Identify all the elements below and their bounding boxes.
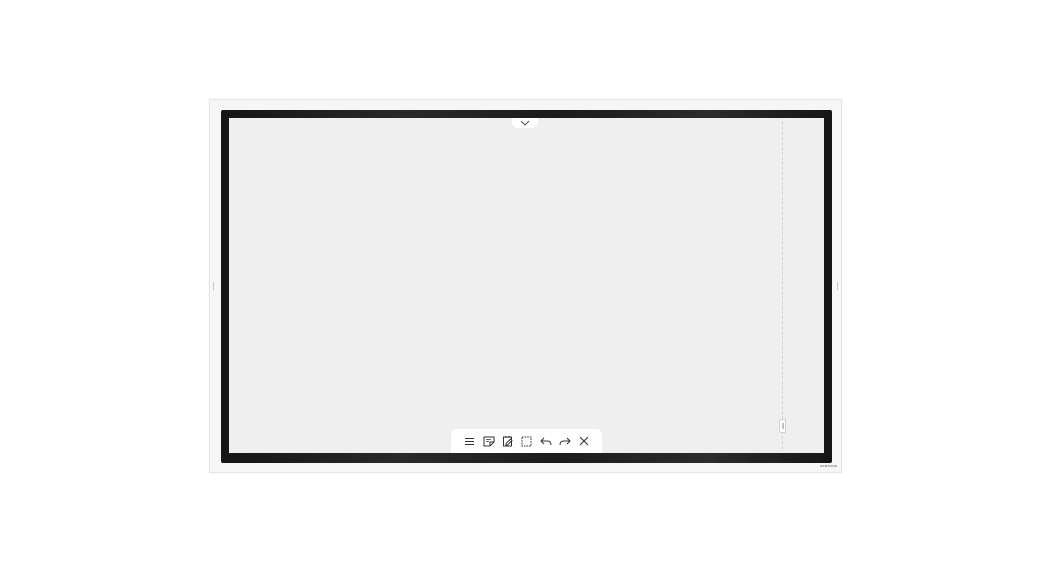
flip-display-frame: SAMSUNG [209,99,842,473]
bottom-toolbar [451,429,602,453]
left-edge-marker [213,282,215,290]
redo-button[interactable] [557,434,572,449]
brand-logo: SAMSUNG [820,464,838,468]
right-edge-marker [837,282,839,290]
drag-handle-icon[interactable] [779,419,786,433]
select-area-button[interactable] [519,434,534,449]
display-bezel [221,110,832,463]
undo-button[interactable] [538,434,553,449]
sticky-note-icon [483,436,494,446]
close-icon [579,436,588,446]
page-edit-icon [502,436,513,447]
select-area-icon [521,436,532,446]
page-edit-button[interactable] [500,434,515,449]
stage: SAMSUNG [0,0,1052,571]
sticky-note-button[interactable] [481,434,496,449]
whiteboard-canvas[interactable] [229,118,824,453]
chevron-down-icon [520,120,530,126]
menu-button[interactable] [462,434,477,449]
side-panel-guide [782,122,783,449]
top-pull-tab[interactable] [512,118,538,128]
menu-icon [465,437,474,445]
undo-icon [539,437,551,445]
redo-icon [559,437,571,445]
close-button[interactable] [576,434,591,449]
